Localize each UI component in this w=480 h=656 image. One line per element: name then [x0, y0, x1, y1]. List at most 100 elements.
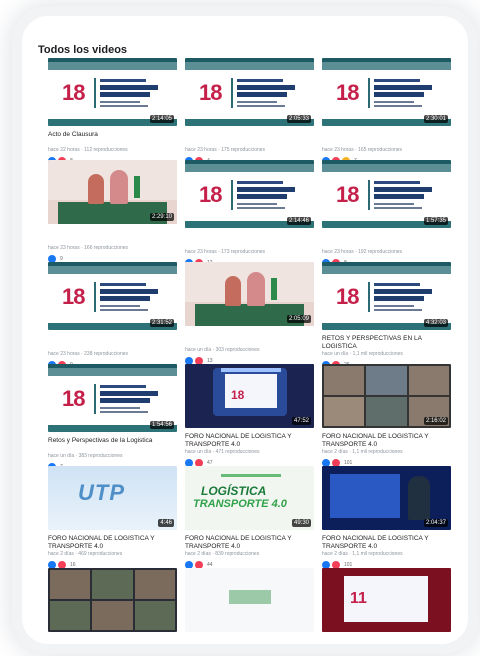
slide-number: 18: [336, 182, 360, 207]
video-card[interactable]: 18 2:14:46 hace 23 horas · 173 reproducc…: [185, 160, 314, 267]
video-card[interactable]: 2:16:02 FORO NACIONAL DE LOGISTICA Y TRA…: [322, 364, 451, 467]
slide-divider: [94, 78, 96, 108]
video-thumbnail[interactable]: 2:04:37: [322, 466, 451, 530]
video-card[interactable]: [48, 568, 177, 644]
video-card[interactable]: 2:05:09 hace un día · 303 reproducciones…: [185, 262, 314, 365]
utp-logo: UTP: [78, 480, 125, 505]
video-card[interactable]: 18 1:54:56 Retos y Perspectivas de la Lo…: [48, 364, 177, 471]
video-card[interactable]: 18 4:32:03 RETOS Y PERSPECTIVAS EN LA LO…: [322, 262, 451, 369]
video-title[interactable]: FORO NACIONAL DE LOGISTICA Y TRANSPORTE …: [322, 535, 451, 551]
slide-line: [237, 181, 283, 184]
reaction-count: 101: [344, 561, 353, 568]
reaction-count: 9: [60, 255, 63, 262]
duration-badge: 2:14:05: [149, 115, 174, 123]
video-title[interactable]: [185, 131, 314, 147]
video-title[interactable]: [185, 233, 314, 249]
video-card[interactable]: 18 2:14:05 Acto de Clausura hace 22 hora…: [48, 58, 177, 165]
video-title[interactable]: Acto de Clausura: [48, 131, 177, 147]
video-title[interactable]: [322, 233, 451, 249]
video-meta: hace un día · 383 reproducciones: [48, 453, 123, 459]
slide-number: 18: [336, 80, 360, 105]
video-tile: [134, 601, 175, 630]
video-card[interactable]: 2:04:37 FORO NACIONAL DE LOGISTICA Y TRA…: [322, 466, 451, 569]
video-title[interactable]: [48, 335, 177, 351]
video-card[interactable]: UTP 4:46 FORO NACIONAL DE LOGISTICA Y TR…: [48, 466, 177, 569]
video-card[interactable]: [185, 568, 314, 644]
video-meta: hace 23 horas · 175 reproducciones: [185, 147, 266, 153]
video-title[interactable]: FORO NACIONAL DE LOGISTICA Y TRANSPORTE …: [185, 433, 314, 449]
video-thumbnail[interactable]: 18 2:05:33: [185, 58, 314, 126]
video-thumbnail[interactable]: 11: [322, 568, 451, 632]
section-title: Todos los videos: [38, 44, 128, 56]
video-title[interactable]: [322, 637, 451, 644]
video-thumbnail[interactable]: 18 2:14:46: [185, 160, 314, 228]
duration-badge: 47:52: [291, 417, 311, 425]
video-meta: hace 2 días · 1,1 mil reproducciones: [322, 551, 403, 557]
video-title[interactable]: Retos y Perspectivas de la Logistica: [48, 437, 177, 453]
slide-number: 18: [62, 284, 86, 309]
video-tile: [408, 366, 449, 395]
video-title[interactable]: [48, 637, 177, 644]
duration-badge: 4:32:03: [423, 319, 448, 327]
video-card[interactable]: 18 2:31:52 hace 23 horas · 238 reproducc…: [48, 262, 177, 369]
video-meta: hace un día · 1,1 mil reproducciones: [322, 351, 403, 357]
slide-line: [374, 203, 414, 205]
slide-line: [237, 207, 285, 209]
slide-line: [100, 105, 148, 107]
video-tile: [92, 570, 133, 599]
video-thumbnail[interactable]: [48, 568, 177, 632]
video-thumbnail[interactable]: 18 4:32:03: [322, 262, 451, 330]
video-title[interactable]: FORO NACIONAL DE LOGISTICA Y TRANSPORTE …: [322, 433, 451, 449]
video-card[interactable]: 2:29:10 hace 23 horas · 166 reproduccion…: [48, 160, 177, 263]
video-card[interactable]: 18 1:57:35 hace 23 horas · 192 reproducc…: [322, 160, 451, 267]
video-title[interactable]: RETOS Y PERSPECTIVAS EN LA LOGISTICA: [322, 335, 451, 351]
video-title[interactable]: [185, 331, 314, 347]
slide-line: [374, 79, 420, 82]
duration-badge: 2:31:52: [149, 319, 174, 327]
video-meta: hace un día · 303 reproducciones: [185, 347, 260, 353]
video-thumbnail[interactable]: 18 2:30:01: [322, 58, 451, 126]
slide-divider: [368, 78, 370, 108]
video-title[interactable]: FORO NACIONAL DE LOGISTICA Y TRANSPORTE …: [48, 535, 177, 551]
video-title[interactable]: [185, 637, 314, 644]
video-thumbnail[interactable]: 18 1:54:56: [48, 364, 177, 432]
video-thumbnail[interactable]: 18 2:14:05: [48, 58, 177, 126]
slide-divider: [231, 180, 233, 210]
video-title[interactable]: [48, 229, 177, 245]
presenter: [408, 476, 430, 520]
video-meta: hace 23 horas · 192 reproducciones: [322, 249, 403, 255]
video-title[interactable]: [322, 131, 451, 147]
slide-line: [100, 398, 150, 403]
video-thumbnail[interactable]: 2:29:10: [48, 160, 177, 224]
video-thumbnail[interactable]: 18 2:31:52: [48, 262, 177, 330]
video-title[interactable]: FORO NACIONAL DE LOGISTICA Y TRANSPORTE …: [185, 535, 314, 551]
video-card[interactable]: 11: [322, 568, 451, 644]
slide-line: [237, 187, 295, 192]
slide-top-bar: [185, 62, 314, 70]
slide-line: [100, 101, 140, 103]
slide-top-bar: [322, 62, 451, 70]
duration-badge: 2:29:10: [149, 213, 174, 221]
video-thumbnail[interactable]: 18 47:52: [185, 364, 314, 428]
video-tile: [324, 397, 365, 426]
video-card[interactable]: 18 47:52 FORO NACIONAL DE LOGISTICA Y TR…: [185, 364, 314, 467]
video-meta: hace 23 horas · 173 reproducciones: [185, 249, 266, 255]
video-thumbnail[interactable]: 18 1:57:35: [322, 160, 451, 228]
slide-line: [374, 181, 420, 184]
video-card[interactable]: 18 2:05:33 hace 23 horas · 175 reproducc…: [185, 58, 314, 165]
person: [88, 174, 104, 204]
video-thumbnail[interactable]: LOGÍSTICA TRANSPORTE 4.0 49:30: [185, 466, 314, 530]
video-card[interactable]: 18 2:30:01 hace 23 horas · 165 reproducc…: [322, 58, 451, 165]
video-thumbnail[interactable]: 2:16:02: [322, 364, 451, 428]
reaction-count: 47: [207, 459, 213, 466]
video-card[interactable]: LOGÍSTICA TRANSPORTE 4.0 49:30 FORO NACI…: [185, 466, 314, 569]
slide-line: [374, 187, 432, 192]
video-thumbnail[interactable]: 2:05:09: [185, 262, 314, 326]
video-thumbnail[interactable]: UTP 4:46: [48, 466, 177, 530]
duration-badge: 2:05:33: [286, 115, 311, 123]
transporte-text: TRANSPORTE 4.0: [193, 498, 287, 510]
slide-line: [374, 207, 422, 209]
video-thumbnail[interactable]: [185, 568, 314, 632]
slide-line: [374, 283, 420, 286]
video-tile: [134, 570, 175, 599]
